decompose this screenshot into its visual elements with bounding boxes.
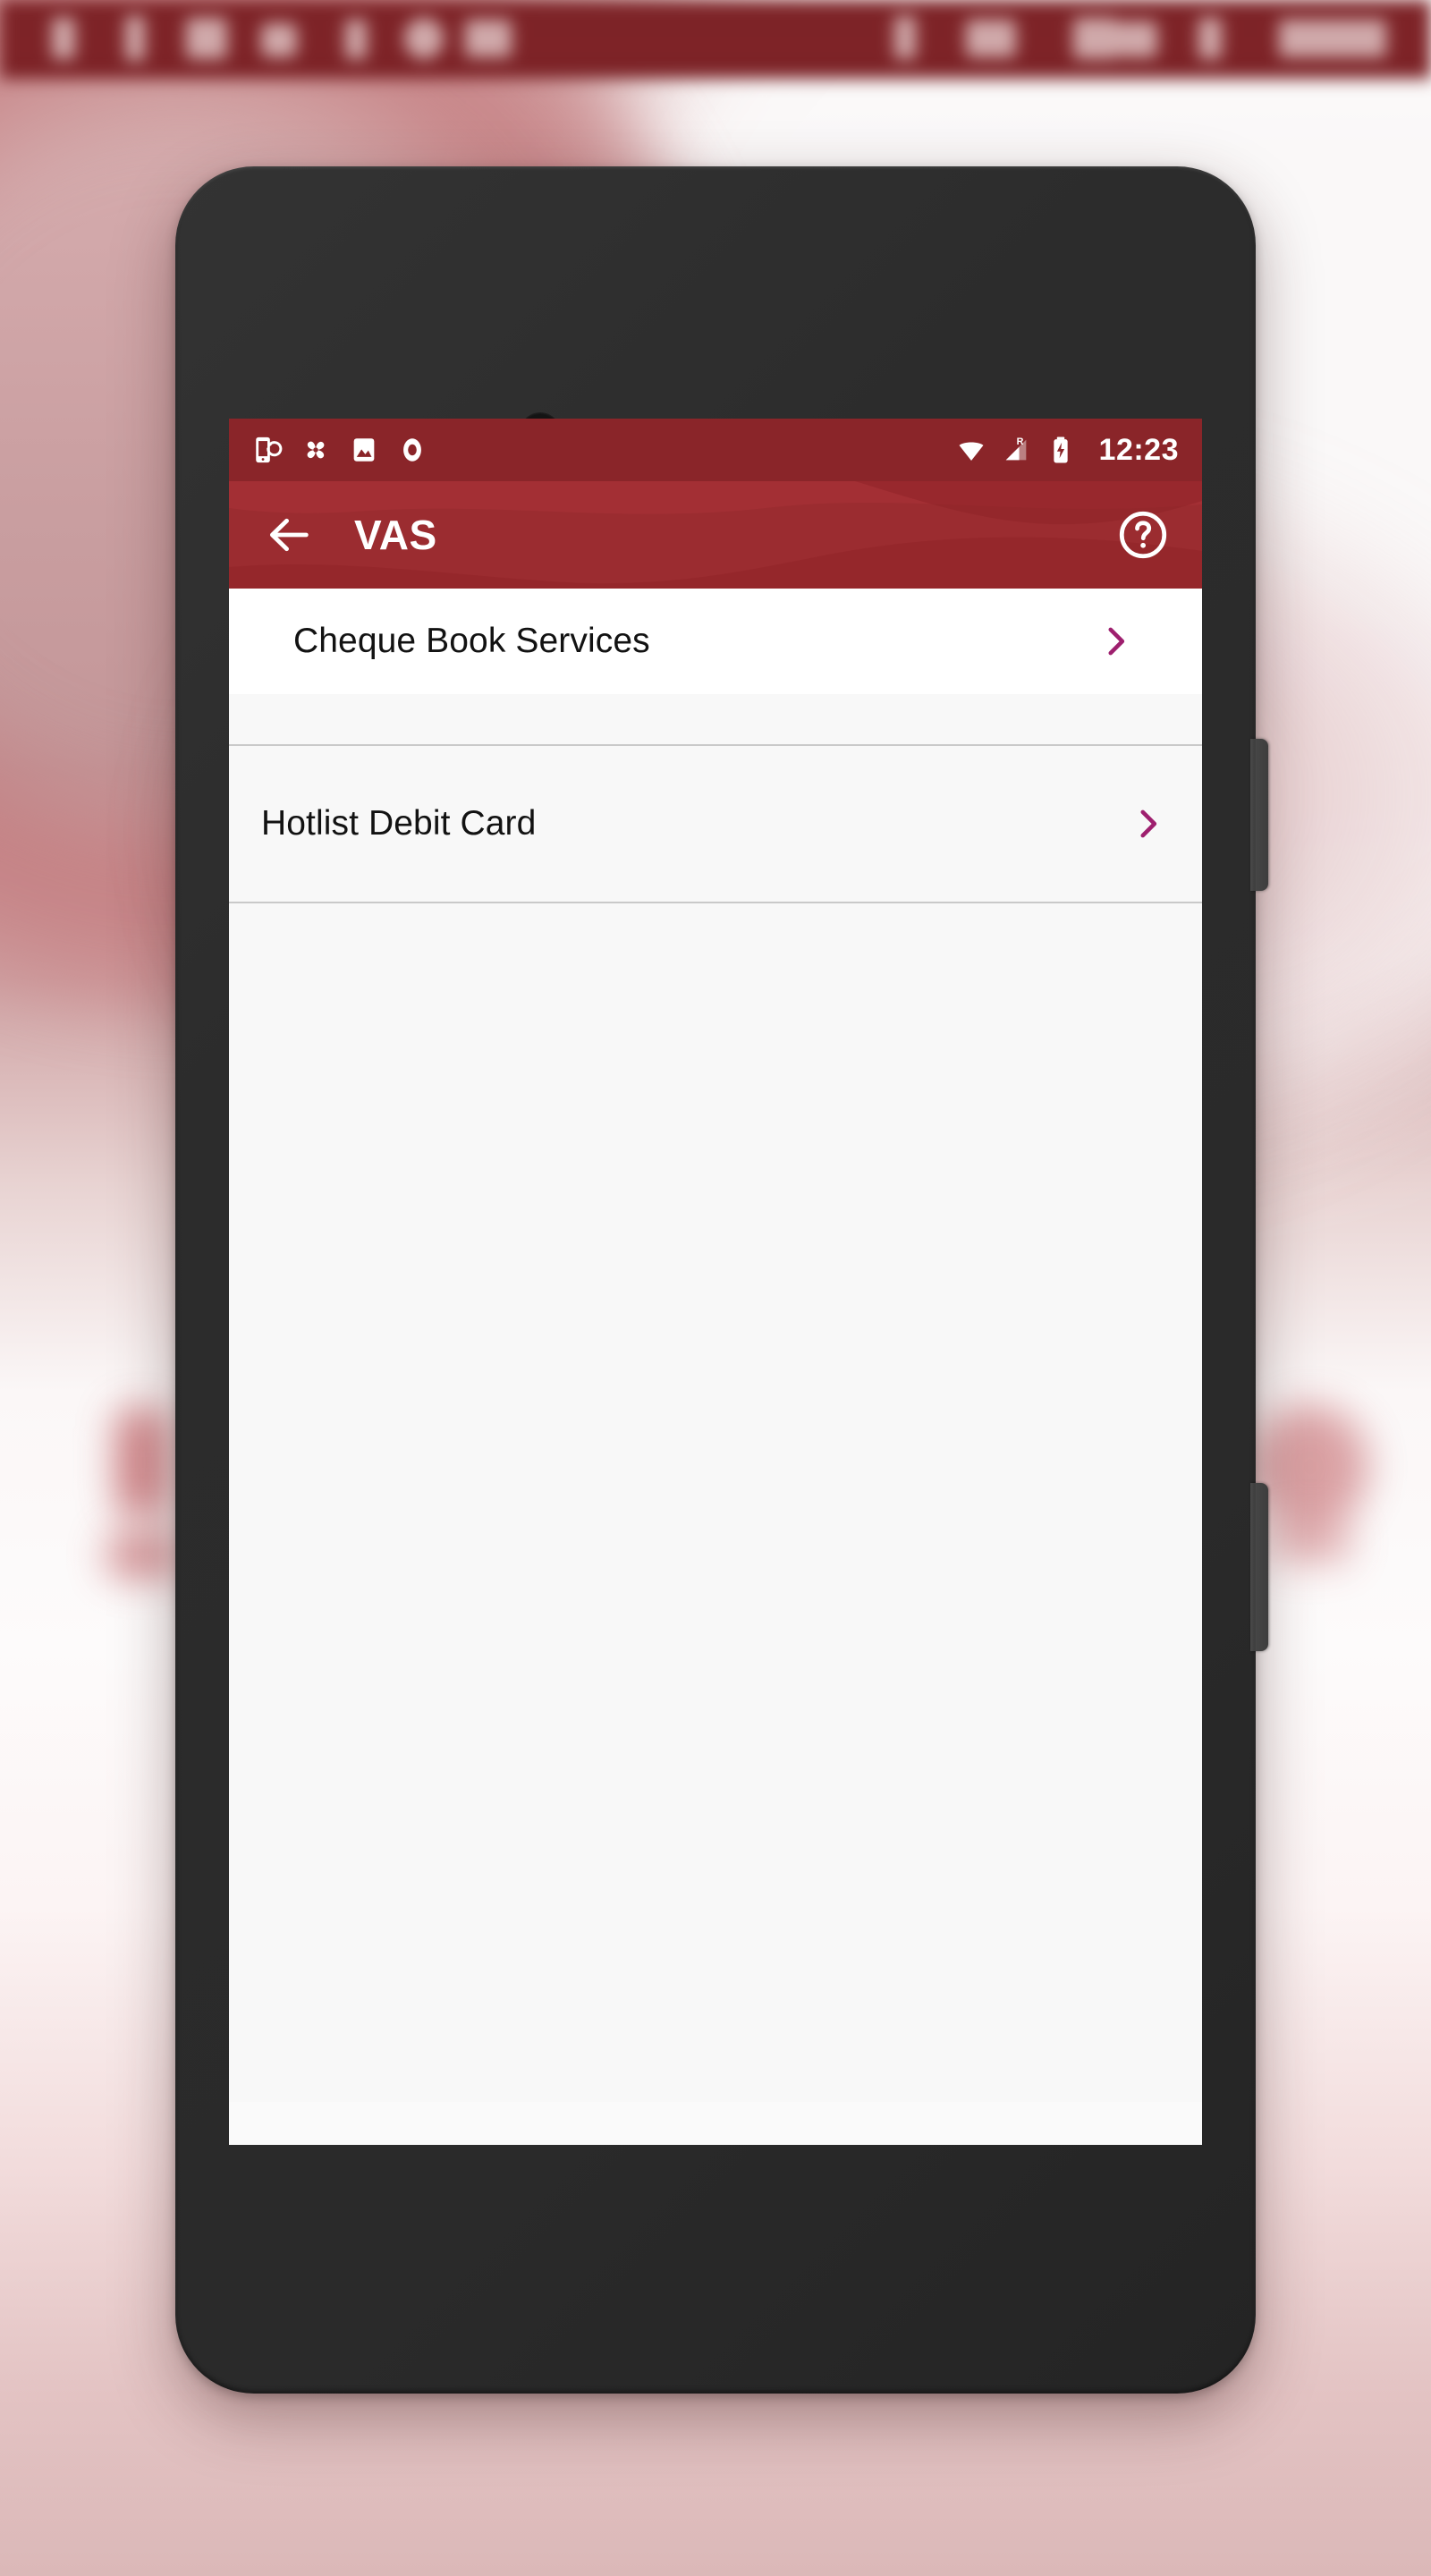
svg-text:R: R [1016,436,1023,447]
host-wifi-icon [894,16,916,59]
record-circle-icon [403,438,421,462]
chevron-right-icon [1097,623,1170,660]
host-batt2-icon [1073,18,1118,59]
back-button[interactable] [259,505,318,564]
wifi-icon [959,442,983,462]
wallpaper-logo-ghost [1252,1404,1368,1530]
list-item-cheque-book-services[interactable]: Cheque Book Services [229,589,1202,694]
status-bar-right-icons: R 12:23 [956,433,1179,468]
host-clock [1279,20,1386,57]
phone-screen: R 12:23 VAS Cheque Book Services Hotlist… [229,419,1202,2145]
volume-button[interactable] [1250,1483,1268,1651]
host-folder-icon [261,23,297,57]
list-row-spacer [229,694,1202,746]
host-battery3-icon [1198,18,1222,59]
help-circle-icon [1119,511,1167,559]
host-image-icon [186,18,227,59]
page-title: VAS [354,512,437,558]
host-camera-icon [404,18,444,59]
host-status-bar [0,0,1431,79]
host-signal2-icon [1118,21,1157,57]
help-button[interactable] [1114,506,1172,564]
list-empty-area [229,903,1202,2102]
list-item-hotlist-debit-card[interactable]: Hotlist Debit Card [229,746,1202,903]
status-bar-clock: 12:23 [1098,432,1179,467]
host-battery-icon [125,16,145,61]
host-signal-icon [345,20,367,59]
sync-phone-icon [256,436,283,463]
power-button[interactable] [1250,739,1268,891]
wallpaper-logo-ghost [116,1409,168,1516]
pinwheel-icon [307,441,325,459]
signal-roaming-icon: R [1005,436,1026,461]
wallpaper-logo-ghost [1270,1521,1351,1563]
host-window-icon [465,20,512,57]
host-sync-icon [52,18,75,59]
list-item-label: Hotlist Debit Card [261,804,537,843]
app-bar: VAS [229,481,1202,589]
host-cast-icon [966,20,1016,57]
vas-services-list: Cheque Book Services Hotlist Debit Card [229,589,1202,2145]
wallpaper-logo-ghost [107,1534,179,1577]
image-icon [353,438,375,462]
list-item-label: Cheque Book Services [293,622,650,660]
battery-charging-icon [1053,436,1068,463]
arrow-back-icon [269,518,309,552]
chevron-right-icon [1129,805,1202,843]
status-bar: R 12:23 [229,419,1202,481]
status-bar-left-icons [252,435,428,465]
